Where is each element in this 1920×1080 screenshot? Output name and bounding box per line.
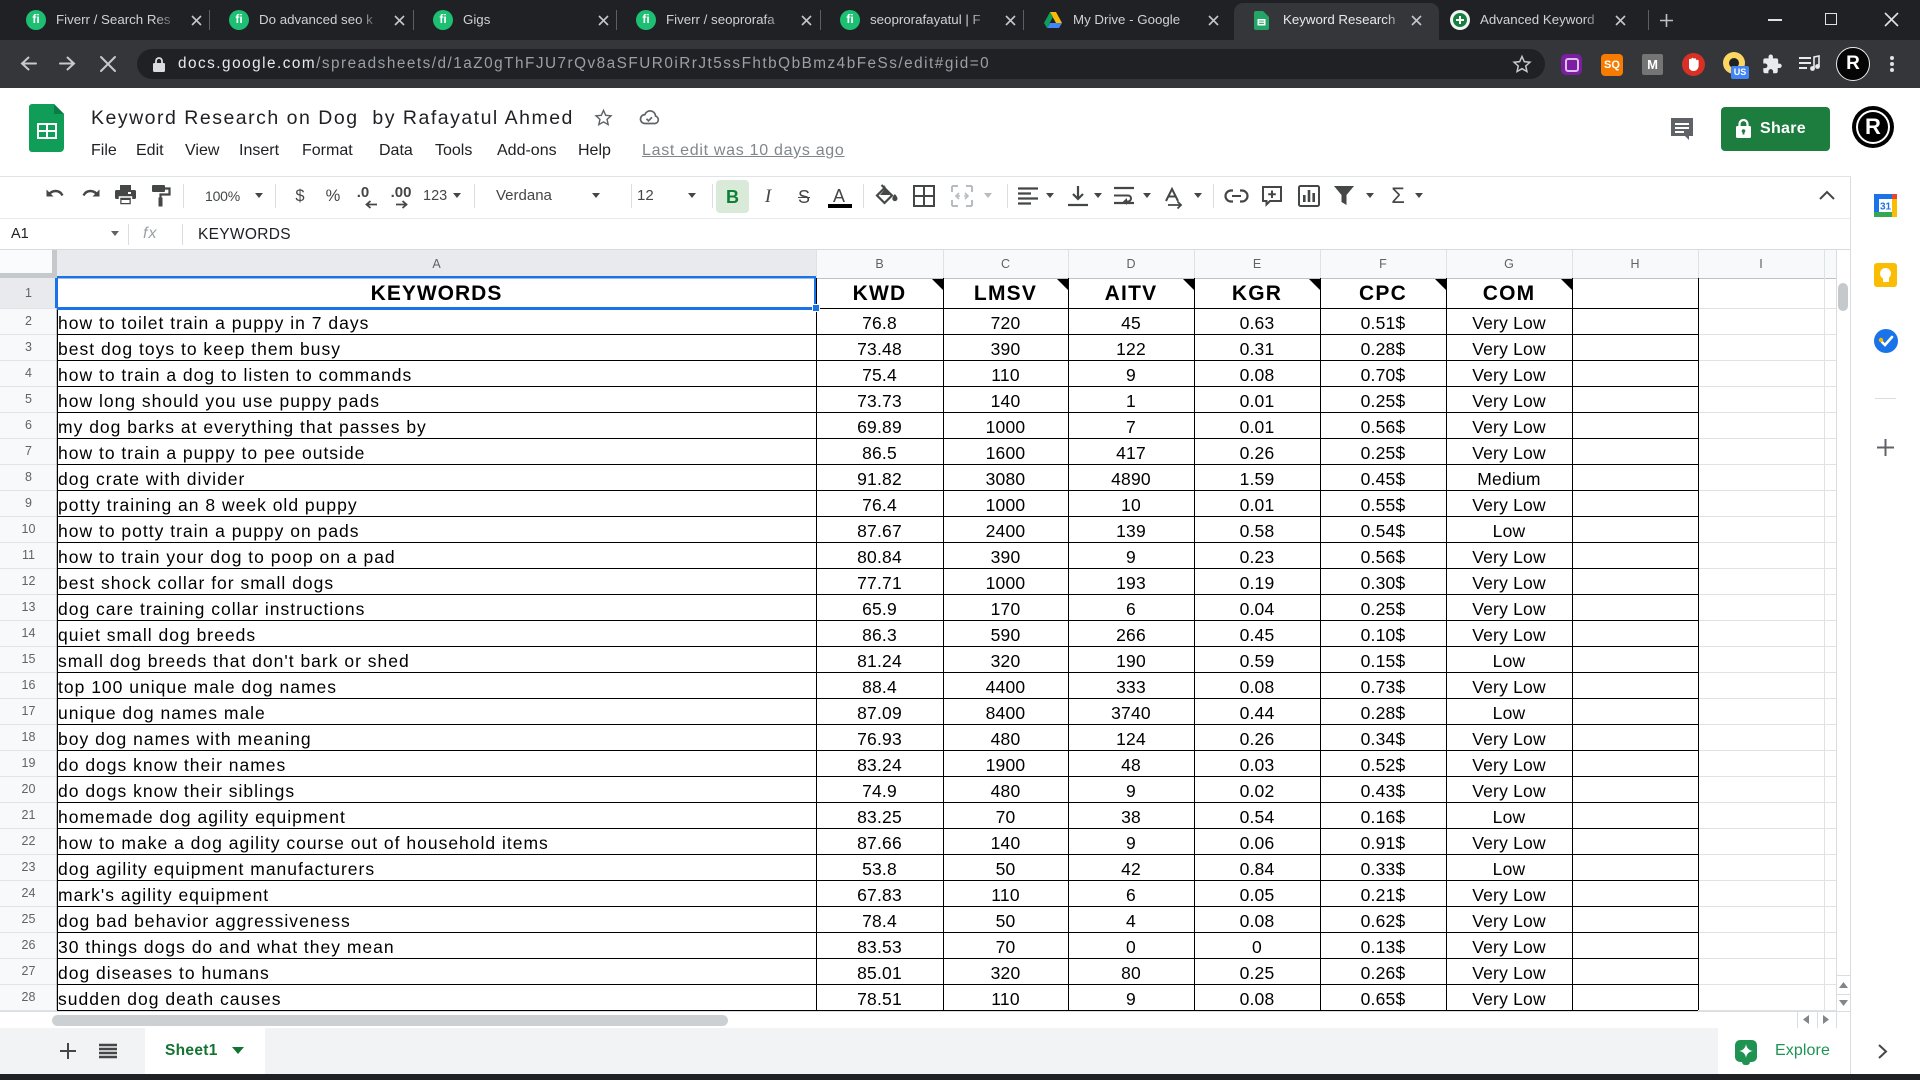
svg-text:31: 31 <box>1880 202 1892 213</box>
